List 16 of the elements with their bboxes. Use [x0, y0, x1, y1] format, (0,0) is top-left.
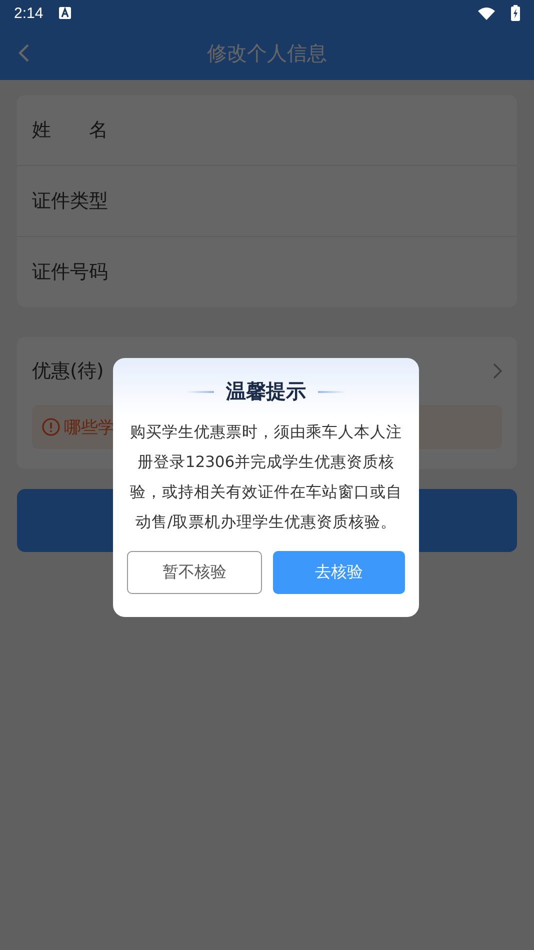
info-icon [42, 418, 60, 436]
wifi-icon [478, 6, 495, 20]
notification-icon [59, 7, 72, 19]
battery-icon [511, 5, 520, 21]
discount-label: 优惠(待) [32, 359, 104, 384]
dialog-title: 温馨提示 [226, 378, 306, 405]
status-time: 2:14 [14, 4, 44, 22]
field-label: 证件号码 [32, 260, 108, 285]
page-title: 修改个人信息 [207, 40, 327, 64]
back-icon[interactable] [18, 43, 30, 63]
verify-button[interactable]: 去核验 [272, 551, 405, 594]
chevron-right-icon[interactable] [493, 363, 502, 379]
dialog-message: 购买学生优惠票时，须由乘车人本人注册登录12306并完成学生优惠资质核验，或持相关有效证件在车站窗口或自动售/取票机办理学生优惠资质核验。 [129, 422, 403, 533]
field-label: 证件类型 [32, 189, 108, 214]
field-label: 姓 名 [32, 118, 108, 143]
skip-button[interactable]: 暂不核验 [127, 551, 262, 594]
